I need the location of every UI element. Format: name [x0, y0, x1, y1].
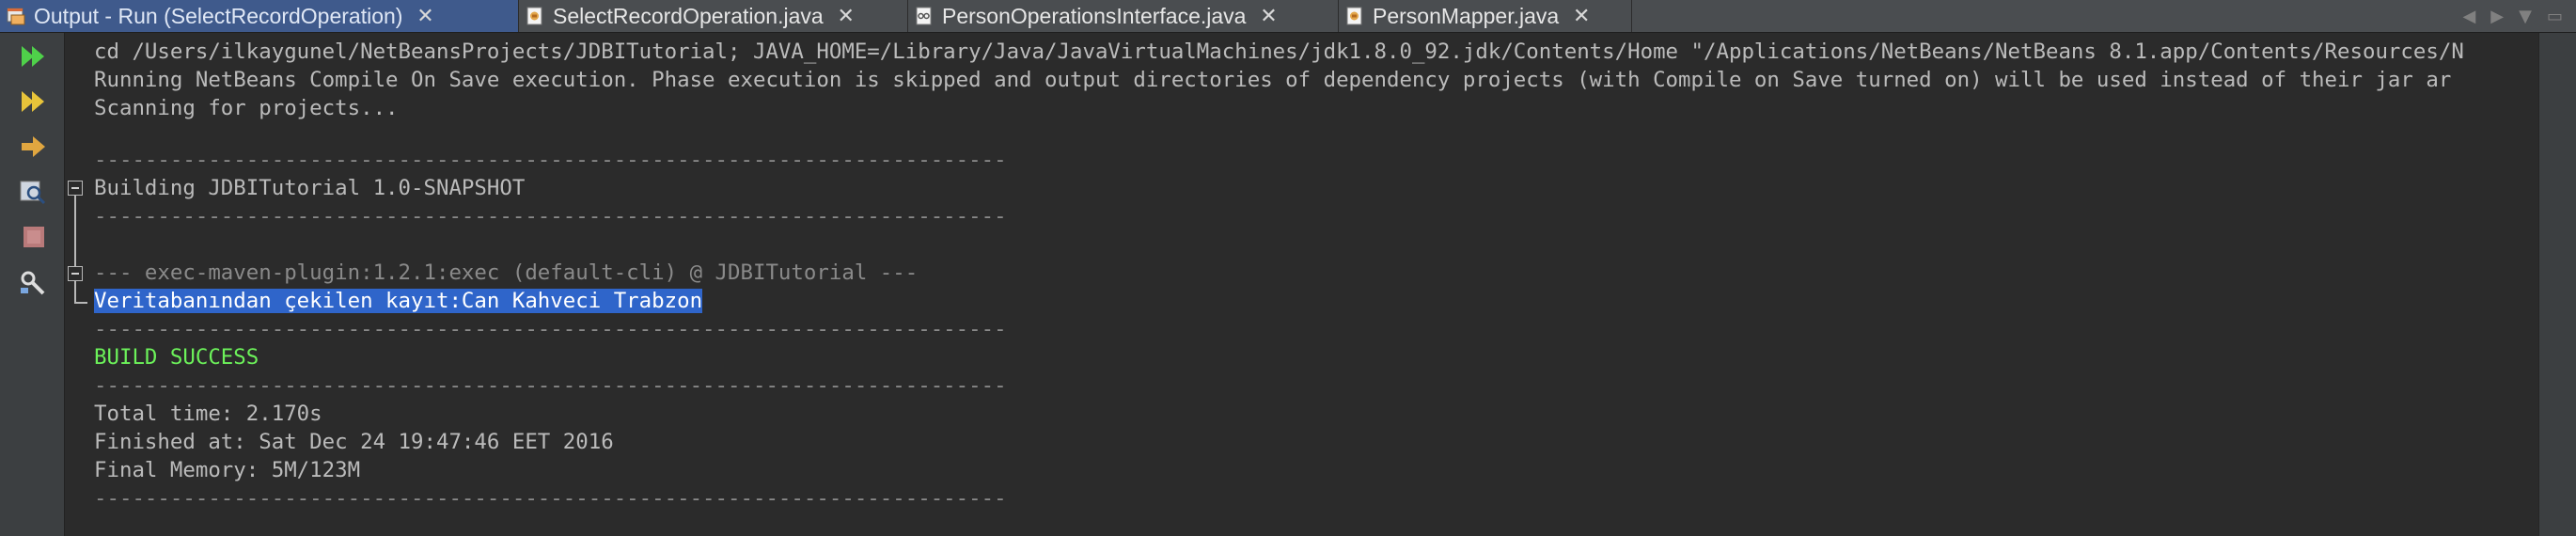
settings-icon [21, 271, 45, 295]
output-line-exec-plugin: --- exec-maven-plugin:1.2.1:exec (defaul… [94, 260, 919, 285]
output-line-finished-at: Finished at: Sat Dec 24 19:47:46 EET 201… [94, 430, 614, 454]
stop-icon [24, 227, 44, 247]
output-window: Output - Run (SelectRecordOperation) ✕ S… [0, 0, 2576, 536]
vertical-scrollbar[interactable] [2538, 33, 2576, 536]
rerun-icon [22, 46, 44, 67]
output-line-scanning: Scanning for projects... [94, 96, 399, 120]
tab-output-run[interactable]: Output - Run (SelectRecordOperation) ✕ [0, 0, 519, 32]
output-line-result[interactable]: Veritabanından çekilen kayıt:Can Kahveci… [94, 287, 703, 315]
step-button[interactable] [18, 131, 50, 163]
console-icon [7, 8, 25, 25]
scroll-tabs-left-icon[interactable]: ◀ [2462, 7, 2475, 26]
fold-toggle[interactable] [68, 181, 83, 196]
tab-label: PersonMapper.java [1373, 3, 1560, 28]
tab-label: PersonOperationsInterface.java [942, 3, 1247, 28]
tab-label: Output - Run (SelectRecordOperation) [34, 3, 403, 28]
tab-label: SelectRecordOperation.java [553, 3, 824, 28]
output-line-final-memory: Final Memory: 5M/123M [94, 458, 361, 482]
output-toolbar [0, 33, 65, 536]
restore-window-icon[interactable]: ▭ [2547, 7, 2563, 26]
tab-bar: Output - Run (SelectRecordOperation) ✕ S… [0, 0, 2576, 33]
fold-toggle[interactable] [68, 266, 83, 281]
output-separator: ----------------------------------------… [94, 148, 1007, 172]
rerun-with-options-icon [22, 91, 44, 112]
java-file-icon [1346, 7, 1362, 25]
output-separator: ----------------------------------------… [94, 317, 1007, 341]
close-icon[interactable]: ✕ [1572, 4, 1591, 28]
tab-person-operations-interface[interactable]: PersonOperationsInterface.java ✕ [908, 0, 1339, 32]
rerun-button[interactable] [18, 40, 50, 72]
output-separator: ----------------------------------------… [94, 204, 1007, 229]
close-icon[interactable]: ✕ [1259, 4, 1278, 28]
stop-button[interactable] [18, 221, 50, 253]
scroll-tabs-right-icon[interactable]: ▶ [2490, 7, 2504, 26]
interface-file-icon [916, 7, 932, 25]
output-console[interactable]: cd /Users/ilkaygunel/NetBeansProjects/JD… [65, 33, 2538, 536]
inspect-button[interactable] [18, 176, 50, 208]
settings-button[interactable] [18, 266, 50, 298]
rerun-with-options-button[interactable] [18, 86, 50, 118]
tab-person-mapper[interactable]: PersonMapper.java ✕ [1339, 0, 1632, 32]
close-icon[interactable]: ✕ [416, 4, 434, 28]
java-file-icon [526, 7, 542, 25]
selected-text: Veritabanından çekilen kayıt:Can Kahveci… [94, 289, 703, 313]
build-success-line: BUILD SUCCESS [94, 345, 259, 370]
output-separator: ----------------------------------------… [94, 373, 1007, 398]
tab-list-menu-icon[interactable]: ▼ [2519, 7, 2532, 26]
close-icon[interactable]: ✕ [837, 4, 856, 28]
output-line-total-time: Total time: 2.170s [94, 402, 322, 426]
fold-guide-line [74, 302, 87, 304]
tab-select-record-operation[interactable]: SelectRecordOperation.java ✕ [519, 0, 908, 32]
output-line-building: Building JDBITutorial 1.0-SNAPSHOT [94, 176, 526, 200]
fold-guide-line [74, 281, 76, 304]
output-line-cd: cd /Users/ilkaygunel/NetBeansProjects/JD… [94, 39, 2464, 64]
inspect-icon [20, 181, 46, 205]
output-line-compile-on-save: Running NetBeans Compile On Save executi… [94, 68, 2452, 92]
step-icon [22, 136, 45, 157]
output-separator: ----------------------------------------… [94, 486, 1007, 511]
tab-controls: ◀ ▶ ▼ ▭ [2462, 0, 2576, 32]
